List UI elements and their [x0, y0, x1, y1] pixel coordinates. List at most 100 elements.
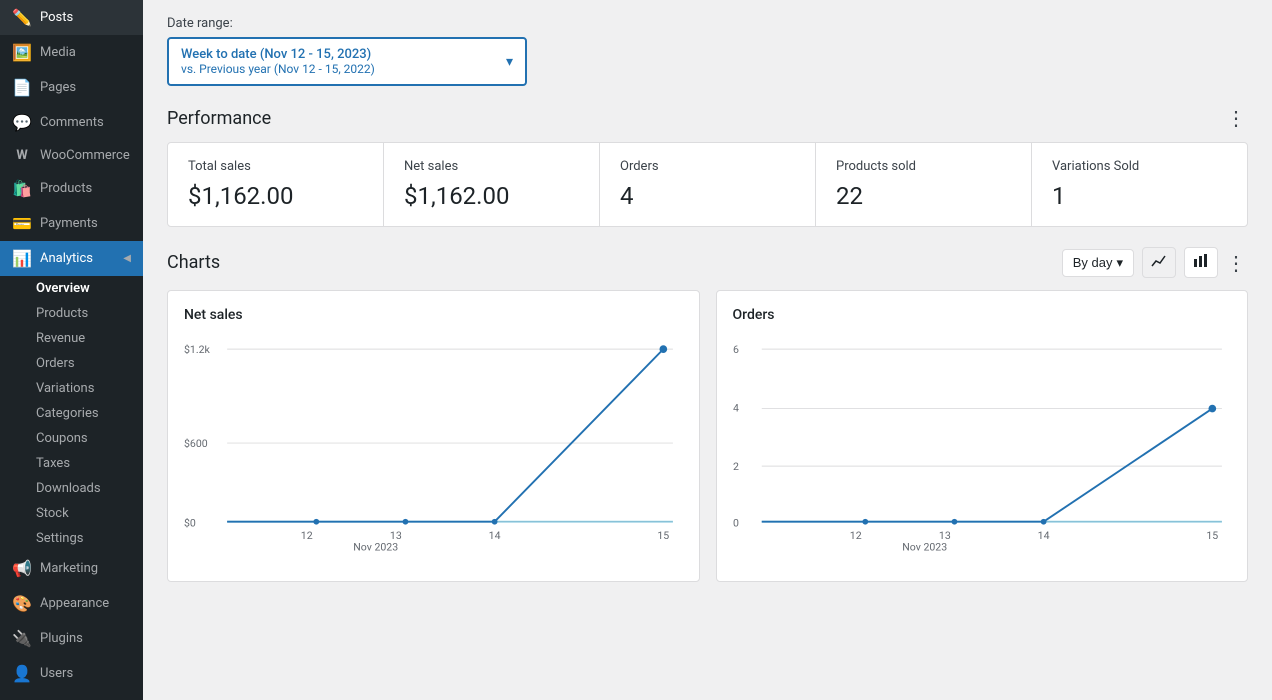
submenu-variations[interactable]: Variations: [0, 376, 143, 401]
sidebar-item-label: Marketing: [40, 561, 98, 576]
products-icon: 🛍️: [12, 179, 32, 198]
sidebar-item-media[interactable]: 🖼️ Media: [0, 35, 143, 70]
net-sales-chart-container: $1.2k $600 $0 12: [184, 335, 683, 565]
comments-icon: 💬: [12, 113, 32, 132]
net-sales-title: Net sales: [184, 307, 683, 323]
orders-svg: 6 4 2 0: [733, 335, 1232, 555]
svg-text:Nov 2023: Nov 2023: [902, 540, 947, 553]
svg-text:4: 4: [733, 401, 739, 414]
performance-grid: Total sales $1,162.00 Net sales $1,162.0…: [167, 142, 1248, 227]
svg-text:12: 12: [301, 529, 313, 542]
charts-header: Charts By day ▾ ⋮: [167, 247, 1248, 278]
charts-controls: By day ▾ ⋮: [1062, 247, 1248, 278]
appearance-icon: 🎨: [12, 594, 32, 613]
svg-text:6: 6: [733, 343, 739, 356]
performance-menu-icon[interactable]: ⋮: [1226, 106, 1248, 130]
submenu-taxes[interactable]: Taxes: [0, 451, 143, 476]
perf-card-net-sales: Net sales $1,162.00: [384, 143, 600, 226]
sidebar-item-users[interactable]: 👤 Users: [0, 656, 143, 691]
sidebar-item-label: Appearance: [40, 596, 109, 611]
submenu-orders[interactable]: Orders: [0, 351, 143, 376]
submenu-revenue[interactable]: Revenue: [0, 326, 143, 351]
date-range-text: Week to date (Nov 12 - 15, 2023) vs. Pre…: [181, 47, 375, 76]
bar-chart-icon-button[interactable]: [1184, 247, 1218, 278]
sidebar: ✏️ Posts 🖼️ Media 📄 Pages 💬 Comments W W…: [0, 0, 143, 700]
submenu-settings[interactable]: Settings: [0, 526, 143, 551]
perf-card-variations-sold: Variations Sold 1: [1032, 143, 1247, 226]
orders-title: Orders: [733, 307, 1232, 323]
submenu-coupons[interactable]: Coupons: [0, 426, 143, 451]
charts-grid: Net sales $1.2k $600 $0: [167, 290, 1248, 582]
submenu-downloads[interactable]: Downloads: [0, 476, 143, 501]
svg-text:$1.2k: $1.2k: [184, 343, 211, 356]
svg-text:12: 12: [849, 529, 861, 542]
perf-card-products-sold: Products sold 22: [816, 143, 1032, 226]
sidebar-item-appearance[interactable]: 🎨 Appearance: [0, 586, 143, 621]
chevron-down-icon: ▾: [506, 54, 513, 70]
sidebar-item-analytics[interactable]: 📊 Analytics ◀: [0, 241, 143, 276]
perf-value-net-sales: $1,162.00: [404, 182, 579, 210]
posts-icon: ✏️: [12, 8, 32, 27]
sidebar-item-comments[interactable]: 💬 Comments: [0, 105, 143, 140]
sidebar-item-label: Plugins: [40, 631, 83, 646]
perf-card-orders: Orders 4: [600, 143, 816, 226]
bar-chart-icon: [1193, 253, 1209, 269]
sidebar-item-label: Products: [40, 181, 92, 196]
sidebar-item-label: WooCommerce: [40, 148, 130, 163]
sidebar-item-payments[interactable]: 💳 Payments: [0, 206, 143, 241]
charts-title: Charts: [167, 252, 220, 273]
sidebar-item-marketing[interactable]: 📢 Marketing: [0, 551, 143, 586]
sidebar-item-label: Comments: [40, 115, 104, 130]
sidebar-item-label: Analytics: [40, 251, 93, 266]
svg-text:0: 0: [733, 516, 739, 529]
collapse-icon: ◀: [123, 253, 131, 264]
svg-text:14: 14: [489, 529, 501, 542]
submenu-stock[interactable]: Stock: [0, 501, 143, 526]
perf-label-orders: Orders: [620, 159, 795, 174]
by-day-button[interactable]: By day ▾: [1062, 249, 1134, 277]
sidebar-item-plugins[interactable]: 🔌 Plugins: [0, 621, 143, 656]
svg-text:Nov 2023: Nov 2023: [353, 540, 398, 553]
perf-value-variations-sold: 1: [1052, 182, 1227, 210]
analytics-icon: 📊: [12, 249, 32, 268]
by-day-label: By day: [1073, 255, 1113, 270]
svg-text:14: 14: [1037, 529, 1049, 542]
perf-card-total-sales: Total sales $1,162.00: [168, 143, 384, 226]
analytics-submenu: Overview Products Revenue Orders Variati…: [0, 276, 143, 551]
submenu-products[interactable]: Products: [0, 301, 143, 326]
users-icon: 👤: [12, 664, 32, 683]
orders-chart: Orders 6 4 2 0: [716, 290, 1249, 582]
woocommerce-icon: W: [12, 148, 32, 163]
sidebar-item-label: Media: [40, 45, 76, 60]
svg-text:15: 15: [657, 529, 669, 542]
by-day-chevron-icon: ▾: [1116, 255, 1123, 271]
svg-text:$600: $600: [184, 437, 208, 450]
date-range-main: Week to date (Nov 12 - 15, 2023): [181, 47, 375, 62]
svg-text:2: 2: [733, 460, 739, 473]
net-sales-svg: $1.2k $600 $0 12: [184, 335, 683, 555]
sidebar-item-products[interactable]: 🛍️ Products: [0, 171, 143, 206]
charts-menu-icon[interactable]: ⋮: [1226, 251, 1248, 275]
date-range-selector[interactable]: Week to date (Nov 12 - 15, 2023) vs. Pre…: [167, 37, 527, 86]
date-range-sub: vs. Previous year (Nov 12 - 15, 2022): [181, 62, 375, 76]
perf-value-total-sales: $1,162.00: [188, 182, 363, 210]
sidebar-item-label: Posts: [40, 10, 73, 25]
perf-label-products-sold: Products sold: [836, 159, 1011, 174]
perf-value-products-sold: 22: [836, 182, 1011, 210]
sidebar-item-label: Pages: [40, 80, 76, 95]
performance-header: Performance ⋮: [167, 106, 1248, 130]
submenu-categories[interactable]: Categories: [0, 401, 143, 426]
svg-text:$0: $0: [184, 516, 196, 529]
perf-label-net-sales: Net sales: [404, 159, 579, 174]
sidebar-item-posts[interactable]: ✏️ Posts: [0, 0, 143, 35]
date-range-label: Date range:: [167, 16, 1248, 31]
media-icon: 🖼️: [12, 43, 32, 62]
marketing-icon: 📢: [12, 559, 32, 578]
sidebar-item-woocommerce[interactable]: W WooCommerce: [0, 140, 143, 171]
sidebar-item-label: Payments: [40, 216, 98, 231]
submenu-overview[interactable]: Overview: [0, 276, 143, 301]
sidebar-item-pages[interactable]: 📄 Pages: [0, 70, 143, 105]
line-chart-icon-button[interactable]: [1142, 247, 1176, 278]
pages-icon: 📄: [12, 78, 32, 97]
orders-chart-container: 6 4 2 0: [733, 335, 1232, 565]
